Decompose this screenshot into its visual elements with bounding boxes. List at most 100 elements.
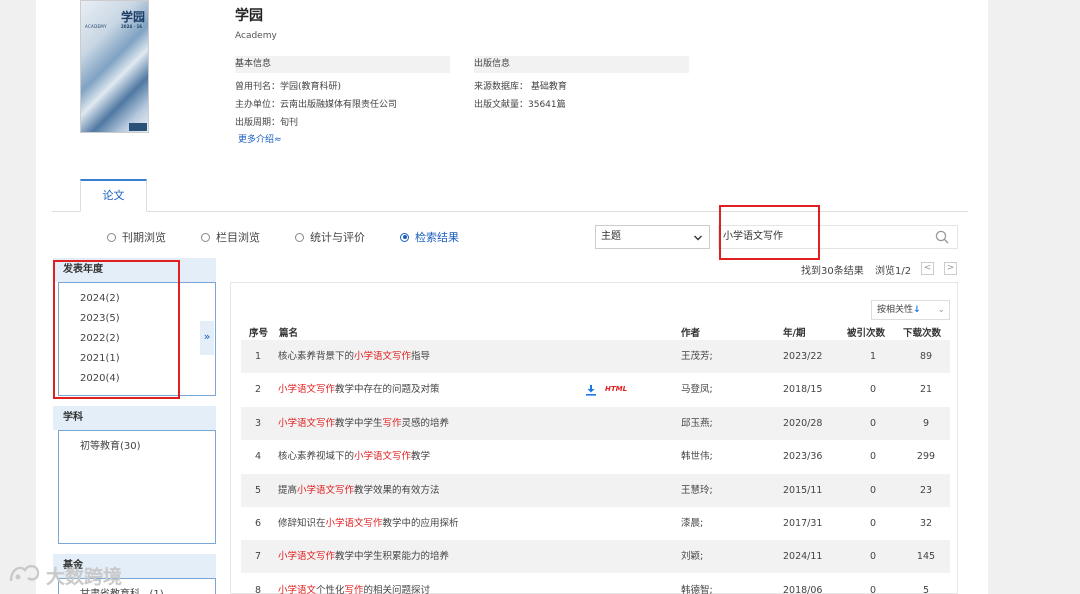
radio-label: 检索结果 xyxy=(415,231,459,244)
title-highlight: 小学语文 xyxy=(278,584,317,594)
row-cited: 0 xyxy=(869,451,877,463)
journal-title-en: Academy xyxy=(235,31,277,41)
journal-cover-image: 学园 ACADEMY 2024 · 16 xyxy=(80,0,149,133)
row-author[interactable]: 韩德智; xyxy=(681,574,713,594)
row-downloads: 23 xyxy=(919,484,933,496)
row-author[interactable]: 韩世伟; xyxy=(681,440,713,473)
sort-dropdown[interactable]: 按相关性↓ ⌄ xyxy=(871,300,950,320)
cover-title: 学园 xyxy=(121,10,146,24)
facet-year-item[interactable]: 2024(2) xyxy=(59,289,215,309)
radio-circle xyxy=(295,232,304,242)
title-text: 灵感的培养 xyxy=(401,417,450,429)
search-field-select[interactable]: 主题 xyxy=(595,225,710,249)
title-highlight: 小学语文写作 xyxy=(297,484,355,496)
document-count: 出版文献量：35641篇 xyxy=(474,100,566,110)
row-cited: 0 xyxy=(869,384,877,396)
row-author[interactable]: 王慧玲; xyxy=(681,474,713,507)
row-title-link[interactable]: 核心素养视域下的小学语文写作教学 xyxy=(278,440,430,473)
row-index: 7 xyxy=(255,551,262,563)
search-input[interactable]: 小学语文写作 xyxy=(718,225,958,249)
facet-year-item[interactable]: 2020(4) xyxy=(59,369,215,389)
row-downloads: 21 xyxy=(919,384,933,396)
results-count: 找到30条结果 xyxy=(801,266,864,277)
row-author[interactable]: 邱玉燕; xyxy=(681,407,713,440)
sponsor: 主办单位：云南出版融媒体有限责任公司 xyxy=(235,100,398,110)
title-highlight: 小学语文写作 xyxy=(278,384,336,396)
facet-subject-item[interactable]: 初等教育(30) xyxy=(59,437,215,457)
search-icon[interactable] xyxy=(935,230,949,244)
title-highlight: 小学语文写作 xyxy=(278,417,336,429)
title-text: 教学中学生积累能力的培养 xyxy=(335,551,450,563)
row-title-link[interactable]: 小学语文写作教学中学生写作灵感的培养 xyxy=(278,407,449,440)
row-downloads: 299 xyxy=(916,451,936,463)
row-title-link[interactable]: 修辞知识在小学语文写作教学中的应用探析 xyxy=(278,507,459,540)
radio-label: 统计与评价 xyxy=(310,231,365,244)
row-author[interactable]: 刘颖; xyxy=(681,540,703,573)
table-row: 3 小学语文写作教学中学生写作灵感的培养 邱玉燕; 2020/28 0 9 xyxy=(241,406,950,440)
title-text: 教学中存在的问题及对策 xyxy=(335,384,440,396)
title-text: 教学中学生 xyxy=(335,417,383,429)
title-text: 指导 xyxy=(411,351,431,362)
radio-circle xyxy=(201,232,210,242)
title-text: 核心素养视域下的 xyxy=(278,451,355,463)
html-view-icon[interactable]: HTML xyxy=(605,373,627,406)
title-text: 提高 xyxy=(278,484,298,496)
row-author[interactable]: 马登凤; xyxy=(681,373,713,406)
journal-title: 学园 xyxy=(235,8,263,24)
radio-issue-browse[interactable]: 刊期浏览 xyxy=(107,229,166,245)
row-cited: 0 xyxy=(869,484,877,496)
row-title-link[interactable]: 小学语文个性化写作的相关问题探讨 xyxy=(278,574,430,594)
header-index: 序号 xyxy=(249,328,269,339)
row-issue: 2017/31 xyxy=(783,518,823,529)
search-query-text: 小学语文写作 xyxy=(723,231,783,242)
title-highlight: 写作 xyxy=(382,417,402,429)
row-title-link[interactable]: 小学语文写作教学中存在的问题及对策 xyxy=(278,373,440,406)
next-page-button[interactable]: > xyxy=(944,262,957,275)
row-author[interactable]: 漆晨; xyxy=(681,507,703,540)
row-index: 3 xyxy=(255,417,262,429)
title-highlight: 小学语文写作 xyxy=(354,351,412,362)
watermark-logo-icon xyxy=(8,561,42,590)
tab-papers[interactable]: 论文 xyxy=(80,179,147,212)
download-icon[interactable] xyxy=(585,384,597,396)
row-issue: 2018/15 xyxy=(783,384,823,396)
row-issue: 2018/06 xyxy=(783,584,823,594)
search-field-value: 主题 xyxy=(601,231,621,242)
row-index: 8 xyxy=(255,584,262,594)
facet-year-item[interactable]: 2023(5) xyxy=(59,309,215,329)
more-intro-link[interactable]: 更多介绍≈ xyxy=(235,132,450,148)
cover-badge xyxy=(129,123,147,131)
row-title-link[interactable]: 提高小学语文写作教学效果的有效方法 xyxy=(278,474,440,507)
row-index: 2 xyxy=(255,384,262,396)
radio-column-browse[interactable]: 栏目浏览 xyxy=(201,229,260,245)
header-title: 篇名 xyxy=(279,328,299,339)
title-text: 修辞知识在 xyxy=(278,518,326,529)
row-index: 5 xyxy=(255,484,262,496)
row-author[interactable]: 王茂芳; xyxy=(681,340,713,373)
title-text: 个性化 xyxy=(316,584,345,594)
basic-info-header: 基本信息 xyxy=(235,56,450,73)
radio-search-results[interactable]: 检索结果 xyxy=(400,229,459,245)
title-text: 核心素养背景下的 xyxy=(278,351,355,362)
facet-year-header: 发表年度 xyxy=(53,258,216,282)
prev-page-button[interactable]: < xyxy=(921,262,934,275)
title-text: 教学 xyxy=(411,451,431,463)
row-title-link[interactable]: 小学语文写作教学中学生积累能力的培养 xyxy=(278,540,449,573)
facet-subject-list: 初等教育(30) xyxy=(58,430,216,544)
radio-label: 刊期浏览 xyxy=(122,231,166,244)
radio-circle xyxy=(400,232,409,242)
source-database: 来源数据库： 基础教育 xyxy=(474,82,567,92)
expand-facet-button[interactable]: » xyxy=(200,321,214,355)
row-cited: 0 xyxy=(869,584,877,594)
radio-statistics[interactable]: 统计与评价 xyxy=(295,229,365,245)
table-row: 2 小学语文写作教学中存在的问题及对策 马登凤; 2018/15 0 21 HTML xyxy=(241,373,950,406)
publish-info-header: 出版信息 xyxy=(474,56,689,73)
facet-year-item[interactable]: 2021(1) xyxy=(59,349,215,369)
publish-cycle: 出版周期：旬刊 xyxy=(235,118,299,128)
row-cited: 0 xyxy=(869,417,877,429)
title-highlight: 小学语文写作 xyxy=(325,518,383,529)
facet-year-item[interactable]: 2022(2) xyxy=(59,329,215,349)
row-title-link[interactable]: 核心素养背景下的小学语文写作指导 xyxy=(278,340,430,373)
cover-issue: 2024 · 16 xyxy=(121,24,143,29)
table-row: 8 小学语文个性化写作的相关问题探讨 韩德智; 2018/06 0 5 xyxy=(241,574,950,594)
